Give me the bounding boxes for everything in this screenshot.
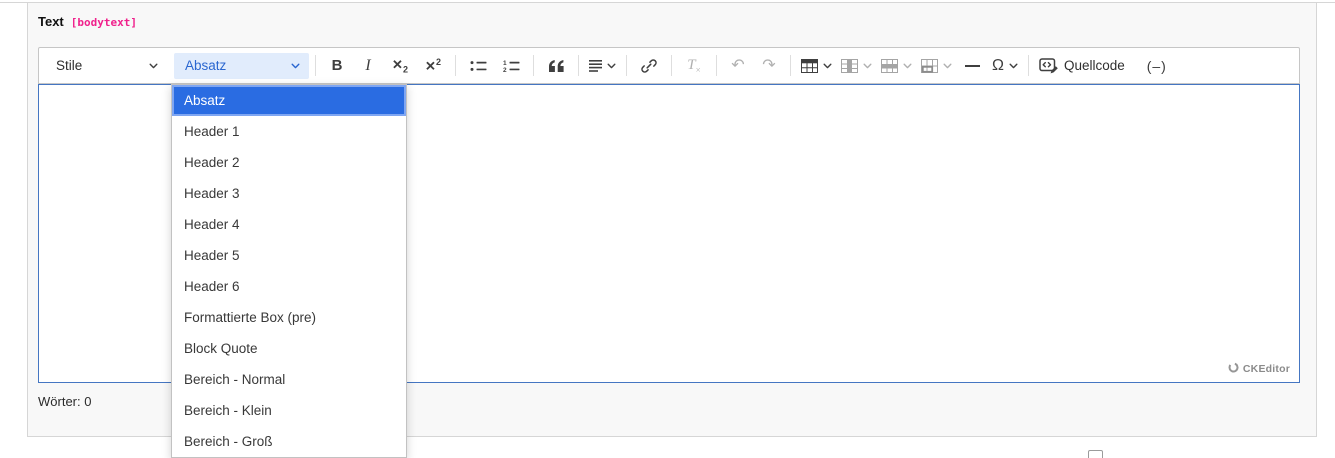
undo-button: ↶: [723, 53, 753, 79]
remove-format-button: T×: [678, 53, 710, 79]
menu-item-formatted-box-pre[interactable]: Formattierte Box (pre): [172, 302, 406, 333]
table-column-icon: [841, 58, 858, 73]
toolbar-separator: [671, 55, 672, 76]
table-column-dropdown-button: [837, 53, 876, 79]
field-key: [bodytext]: [70, 16, 137, 29]
chevron-down-icon: [607, 63, 616, 69]
redo-icon: ↷: [762, 56, 776, 74]
table-row-dropdown-button: [877, 53, 916, 79]
styles-dropdown-label: Stile: [56, 58, 83, 73]
ckeditor-badge[interactable]: CKEditor: [1228, 362, 1290, 376]
page: Text [bodytext] Stile Absatz B I ✕2 ✕2 1…: [0, 0, 1335, 458]
menu-item-bereich-gross[interactable]: Bereich - Groß: [172, 426, 406, 457]
horizontal-line-button[interactable]: [957, 53, 987, 79]
menu-item-header-4[interactable]: Header 4: [172, 209, 406, 240]
bulleted-list-icon: [470, 60, 487, 72]
ckeditor-badge-label: CKEditor: [1242, 363, 1290, 375]
source-code-label: Quellcode: [1063, 58, 1125, 73]
ckeditor-toolbar: Stile Absatz B I ✕2 ✕2 1 2 T× ↶ ↷ Ω Quel…: [38, 47, 1300, 84]
remove-format-icon: T×: [687, 56, 701, 75]
superscript-button[interactable]: ✕2: [417, 53, 449, 79]
block-quote-button[interactable]: [540, 53, 572, 79]
toolbar-separator: [533, 55, 534, 76]
numbered-list-icon: 1 2: [503, 60, 520, 72]
bold-button[interactable]: B: [322, 53, 352, 79]
bold-icon: B: [331, 57, 343, 74]
align-text-icon: [589, 59, 602, 72]
redo-button: ↷: [754, 53, 784, 79]
toolbar-separator: [716, 55, 717, 76]
bulleted-list-button[interactable]: [462, 53, 494, 79]
chevron-down-icon: [863, 63, 872, 69]
chevron-down-icon: [291, 63, 300, 69]
horizontal-line-icon: [964, 64, 980, 67]
merge-cells-icon: [921, 58, 938, 73]
chevron-down-icon: [943, 63, 952, 69]
field-label-text: Text: [38, 14, 64, 29]
word-count: Wörter: 0: [38, 394, 92, 409]
chevron-down-icon: [149, 63, 158, 69]
toolbar-separator: [455, 55, 456, 76]
svg-text:2: 2: [503, 67, 507, 72]
link-icon: [641, 58, 657, 74]
merge-cells-dropdown-button: [917, 53, 956, 79]
italic-button[interactable]: I: [353, 53, 383, 79]
paragraph-format-menu: Absatz Header 1 Header 2 Header 3 Header…: [171, 84, 407, 458]
toolbar-separator: [790, 55, 791, 76]
block-quote-icon: [548, 59, 564, 72]
source-code-button[interactable]: Quellcode: [1035, 53, 1129, 79]
minimize-field-button[interactable]: (–): [1142, 53, 1172, 79]
subscript-button[interactable]: ✕2: [384, 53, 416, 79]
menu-item-header-3[interactable]: Header 3: [172, 178, 406, 209]
menu-item-block-quote[interactable]: Block Quote: [172, 333, 406, 364]
menu-item-bereich-normal[interactable]: Bereich - Normal: [172, 364, 406, 395]
menu-item-bereich-klein[interactable]: Bereich - Klein: [172, 395, 406, 426]
field-label: Text [bodytext]: [38, 14, 137, 29]
table-icon: [801, 58, 818, 73]
chevron-down-icon: [1009, 63, 1018, 69]
insert-table-dropdown-button[interactable]: [797, 53, 836, 79]
source-code-icon: [1039, 57, 1058, 74]
chevron-down-icon: [823, 63, 832, 69]
ckeditor-logo-icon: [1228, 362, 1239, 376]
toolbar-separator: [578, 55, 579, 76]
menu-item-header-6[interactable]: Header 6: [172, 271, 406, 302]
toolbar-separator: [315, 55, 316, 76]
chevron-down-icon: [903, 63, 912, 69]
toolbar-separator: [1027, 55, 1029, 76]
special-characters-dropdown-button[interactable]: Ω: [988, 53, 1022, 79]
menu-item-header-1[interactable]: Header 1: [172, 116, 406, 147]
omega-icon: Ω: [992, 56, 1004, 74]
paragraph-format-label: Absatz: [185, 58, 227, 73]
link-button[interactable]: [633, 53, 665, 79]
undo-icon: ↶: [731, 56, 745, 74]
checkbox[interactable]: [1088, 450, 1103, 458]
superscript-icon: ✕2: [425, 56, 441, 74]
styles-dropdown-button[interactable]: Stile: [45, 53, 167, 79]
toolbar-separator: [626, 55, 627, 76]
paragraph-format-dropdown-button[interactable]: Absatz: [174, 52, 309, 79]
italic-icon: I: [365, 56, 371, 74]
numbered-list-button[interactable]: 1 2: [495, 53, 527, 79]
menu-item-header-2[interactable]: Header 2: [172, 147, 406, 178]
menu-item-header-5[interactable]: Header 5: [172, 240, 406, 271]
alignment-dropdown-button[interactable]: [585, 53, 620, 79]
table-row-icon: [881, 58, 898, 73]
menu-item-absatz[interactable]: Absatz: [172, 85, 406, 116]
subscript-icon: ✕2: [392, 56, 408, 75]
